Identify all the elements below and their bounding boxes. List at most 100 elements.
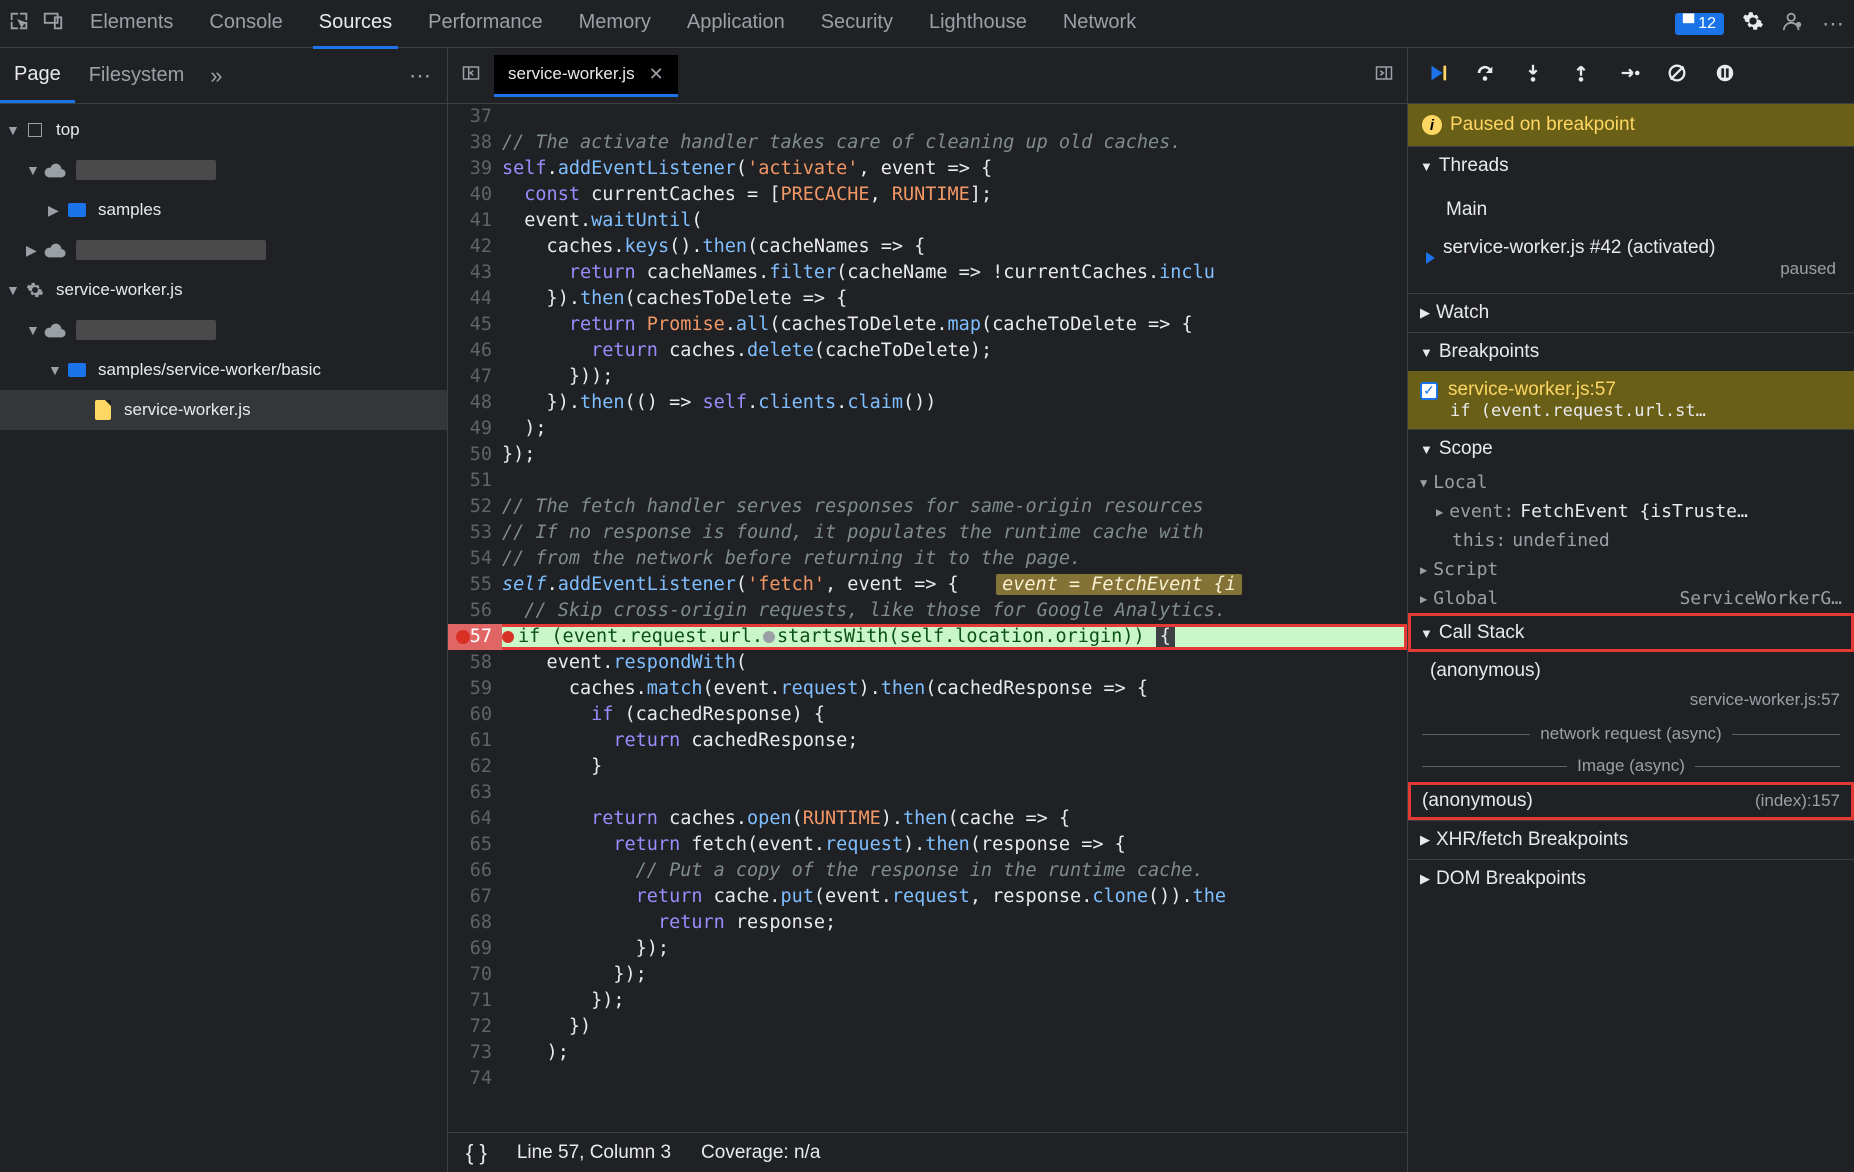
code-editor[interactable]: 3738// The activate handler takes care o… [448,104,1407,1132]
code-line[interactable]: 39self.addEventListener('activate', even… [448,156,1407,182]
code-line[interactable]: 45 return Promise.all(cachesToDelete.map… [448,312,1407,338]
code-line[interactable]: 54// from the network before returning i… [448,546,1407,572]
account-icon[interactable] [1782,10,1804,37]
code-line[interactable]: 41 event.waitUntil( [448,208,1407,234]
tree-service-worker-frame[interactable]: ▼service-worker.js [0,270,447,310]
code-line[interactable]: 44 }).then(cachesToDelete => { [448,286,1407,312]
code-line[interactable]: 42 caches.keys().then(cacheNames => { [448,234,1407,260]
thread-main[interactable]: Main [1408,191,1854,229]
code-line[interactable]: 49 ); [448,416,1407,442]
code-line[interactable]: 70 }); [448,962,1407,988]
section-breakpoints[interactable]: ▼Breakpoints [1408,332,1854,371]
tab-application[interactable]: Application [681,0,791,49]
callstack-frame[interactable]: (anonymous)(index):157 [1408,782,1854,820]
code-line[interactable]: 62 } [448,754,1407,780]
section-dom-breakpoints[interactable]: ▶DOM Breakpoints [1408,859,1854,898]
code-line[interactable]: 66 // Put a copy of the response in the … [448,858,1407,884]
editor-file-tab[interactable]: service-worker.js ✕ [494,55,678,97]
code-line[interactable]: 52// The fetch handler serves responses … [448,494,1407,520]
thread-worker[interactable]: service-worker.js #42 (activated) paused [1408,229,1854,287]
code-line[interactable]: 65 return fetch(event.request).then(resp… [448,832,1407,858]
code-line[interactable]: 72 }) [448,1014,1407,1040]
tab-filesystem[interactable]: Filesystem [75,48,199,103]
resume-icon[interactable] [1426,62,1448,90]
tree-folder-samples[interactable]: ▶samples [0,190,447,230]
status-position: Line 57, Column 3 [517,1142,671,1164]
code-line[interactable]: 64 return caches.open(RUNTIME).then(cach… [448,806,1407,832]
code-line[interactable]: 73 ); [448,1040,1407,1066]
toggle-navigator-icon[interactable] [448,64,494,87]
tab-lighthouse[interactable]: Lighthouse [923,0,1033,49]
scope-event[interactable]: ▶event: FetchEvent {isTruste… [1408,497,1854,526]
tab-elements[interactable]: Elements [84,0,179,49]
code-line[interactable]: 56 // Skip cross-origin requests, like t… [448,598,1407,624]
code-line[interactable]: 53// If no response is found, it populat… [448,520,1407,546]
code-line[interactable]: 57if (event.request.url.startsWith(self.… [448,624,1407,650]
deactivate-breakpoints-icon[interactable] [1666,62,1688,90]
inspect-element-icon[interactable] [8,10,30,37]
step-out-icon[interactable] [1570,62,1592,90]
step-icon[interactable] [1618,62,1640,90]
code-line[interactable]: 67 return cache.put(event.request, respo… [448,884,1407,910]
tab-console[interactable]: Console [203,0,288,49]
step-into-icon[interactable] [1522,62,1544,90]
tab-network[interactable]: Network [1057,0,1142,49]
code-line[interactable]: 37 [448,104,1407,130]
tree-top-frame[interactable]: ▼top [0,110,447,150]
code-line[interactable]: 51 [448,468,1407,494]
code-line[interactable]: 38// The activate handler takes care of … [448,130,1407,156]
toggle-debugger-icon[interactable] [1375,64,1393,87]
tab-sources[interactable]: Sources [313,0,398,49]
tree-file-service-worker[interactable]: service-worker.js [0,390,447,430]
code-line[interactable]: 60 if (cachedResponse) { [448,702,1407,728]
breakpoint-checkbox[interactable]: ✓ [1420,382,1438,400]
code-line[interactable]: 61 return cachedResponse; [448,728,1407,754]
code-line[interactable]: 63 [448,780,1407,806]
more-icon[interactable]: ⋯ [1822,11,1846,37]
nav-menu-icon[interactable]: ⋯ [409,63,433,89]
code-line[interactable]: 48 }).then(() => self.clients.claim()) [448,390,1407,416]
close-tab-icon[interactable]: ✕ [649,64,664,85]
code-line[interactable]: 74 [448,1066,1407,1092]
scope-script[interactable]: ▶Script [1408,555,1854,584]
code-line[interactable]: 68 return response; [448,910,1407,936]
settings-icon[interactable] [1742,10,1764,37]
tree-origin[interactable]: ▶ [0,230,447,270]
breakpoint-entry[interactable]: ✓service-worker.js:57 if (event.request.… [1408,371,1854,429]
tab-performance[interactable]: Performance [422,0,549,49]
code-line[interactable]: 46 return caches.delete(cacheToDelete); [448,338,1407,364]
toggle-device-icon[interactable] [42,10,64,37]
code-line[interactable]: 40 const currentCaches = [PRECACHE, RUNT… [448,182,1407,208]
tree-origin[interactable]: ▼ [0,150,447,190]
code-line[interactable]: 43 return cacheNames.filter(cacheName =>… [448,260,1407,286]
code-line[interactable]: 71 }); [448,988,1407,1014]
tree-folder-sw-basic[interactable]: ▼samples/service-worker/basic [0,350,447,390]
callstack-frame[interactable]: (anonymous) [1408,652,1854,690]
code-line[interactable]: 58 event.respondWith( [448,650,1407,676]
format-icon[interactable]: { } [466,1140,487,1166]
debugger-pane: i Paused on breakpoint ▼Threads Main ser… [1408,48,1854,1172]
scope-global[interactable]: ▶GlobalServiceWorkerG… [1408,584,1854,613]
tree-origin[interactable]: ▼ [0,310,447,350]
tab-security[interactable]: Security [815,0,899,49]
scope-this[interactable]: this: undefined [1408,526,1854,555]
section-threads[interactable]: ▼Threads [1408,146,1854,185]
code-line[interactable]: 69 }); [448,936,1407,962]
issues-badge[interactable]: ▀ 12 [1675,13,1724,35]
paused-message: i Paused on breakpoint [1408,104,1854,146]
section-scope[interactable]: ▼Scope [1408,429,1854,468]
tab-page[interactable]: Page [0,48,75,103]
code-line[interactable]: 59 caches.match(event.request).then(cach… [448,676,1407,702]
nav-tabs-more-icon[interactable]: » [210,63,222,89]
code-line[interactable]: 47 })); [448,364,1407,390]
tab-memory[interactable]: Memory [573,0,657,49]
code-line[interactable]: 50}); [448,442,1407,468]
section-xhr-breakpoints[interactable]: ▶XHR/fetch Breakpoints [1408,820,1854,859]
section-call-stack[interactable]: ▼Call Stack [1408,613,1854,652]
pause-exceptions-icon[interactable] [1714,62,1736,90]
async-divider: network request (async) [1408,718,1854,750]
step-over-icon[interactable] [1474,62,1496,90]
section-watch[interactable]: ▶Watch [1408,293,1854,332]
code-line[interactable]: 55self.addEventListener('fetch', event =… [448,572,1407,598]
scope-local[interactable]: ▼Local [1408,468,1854,497]
